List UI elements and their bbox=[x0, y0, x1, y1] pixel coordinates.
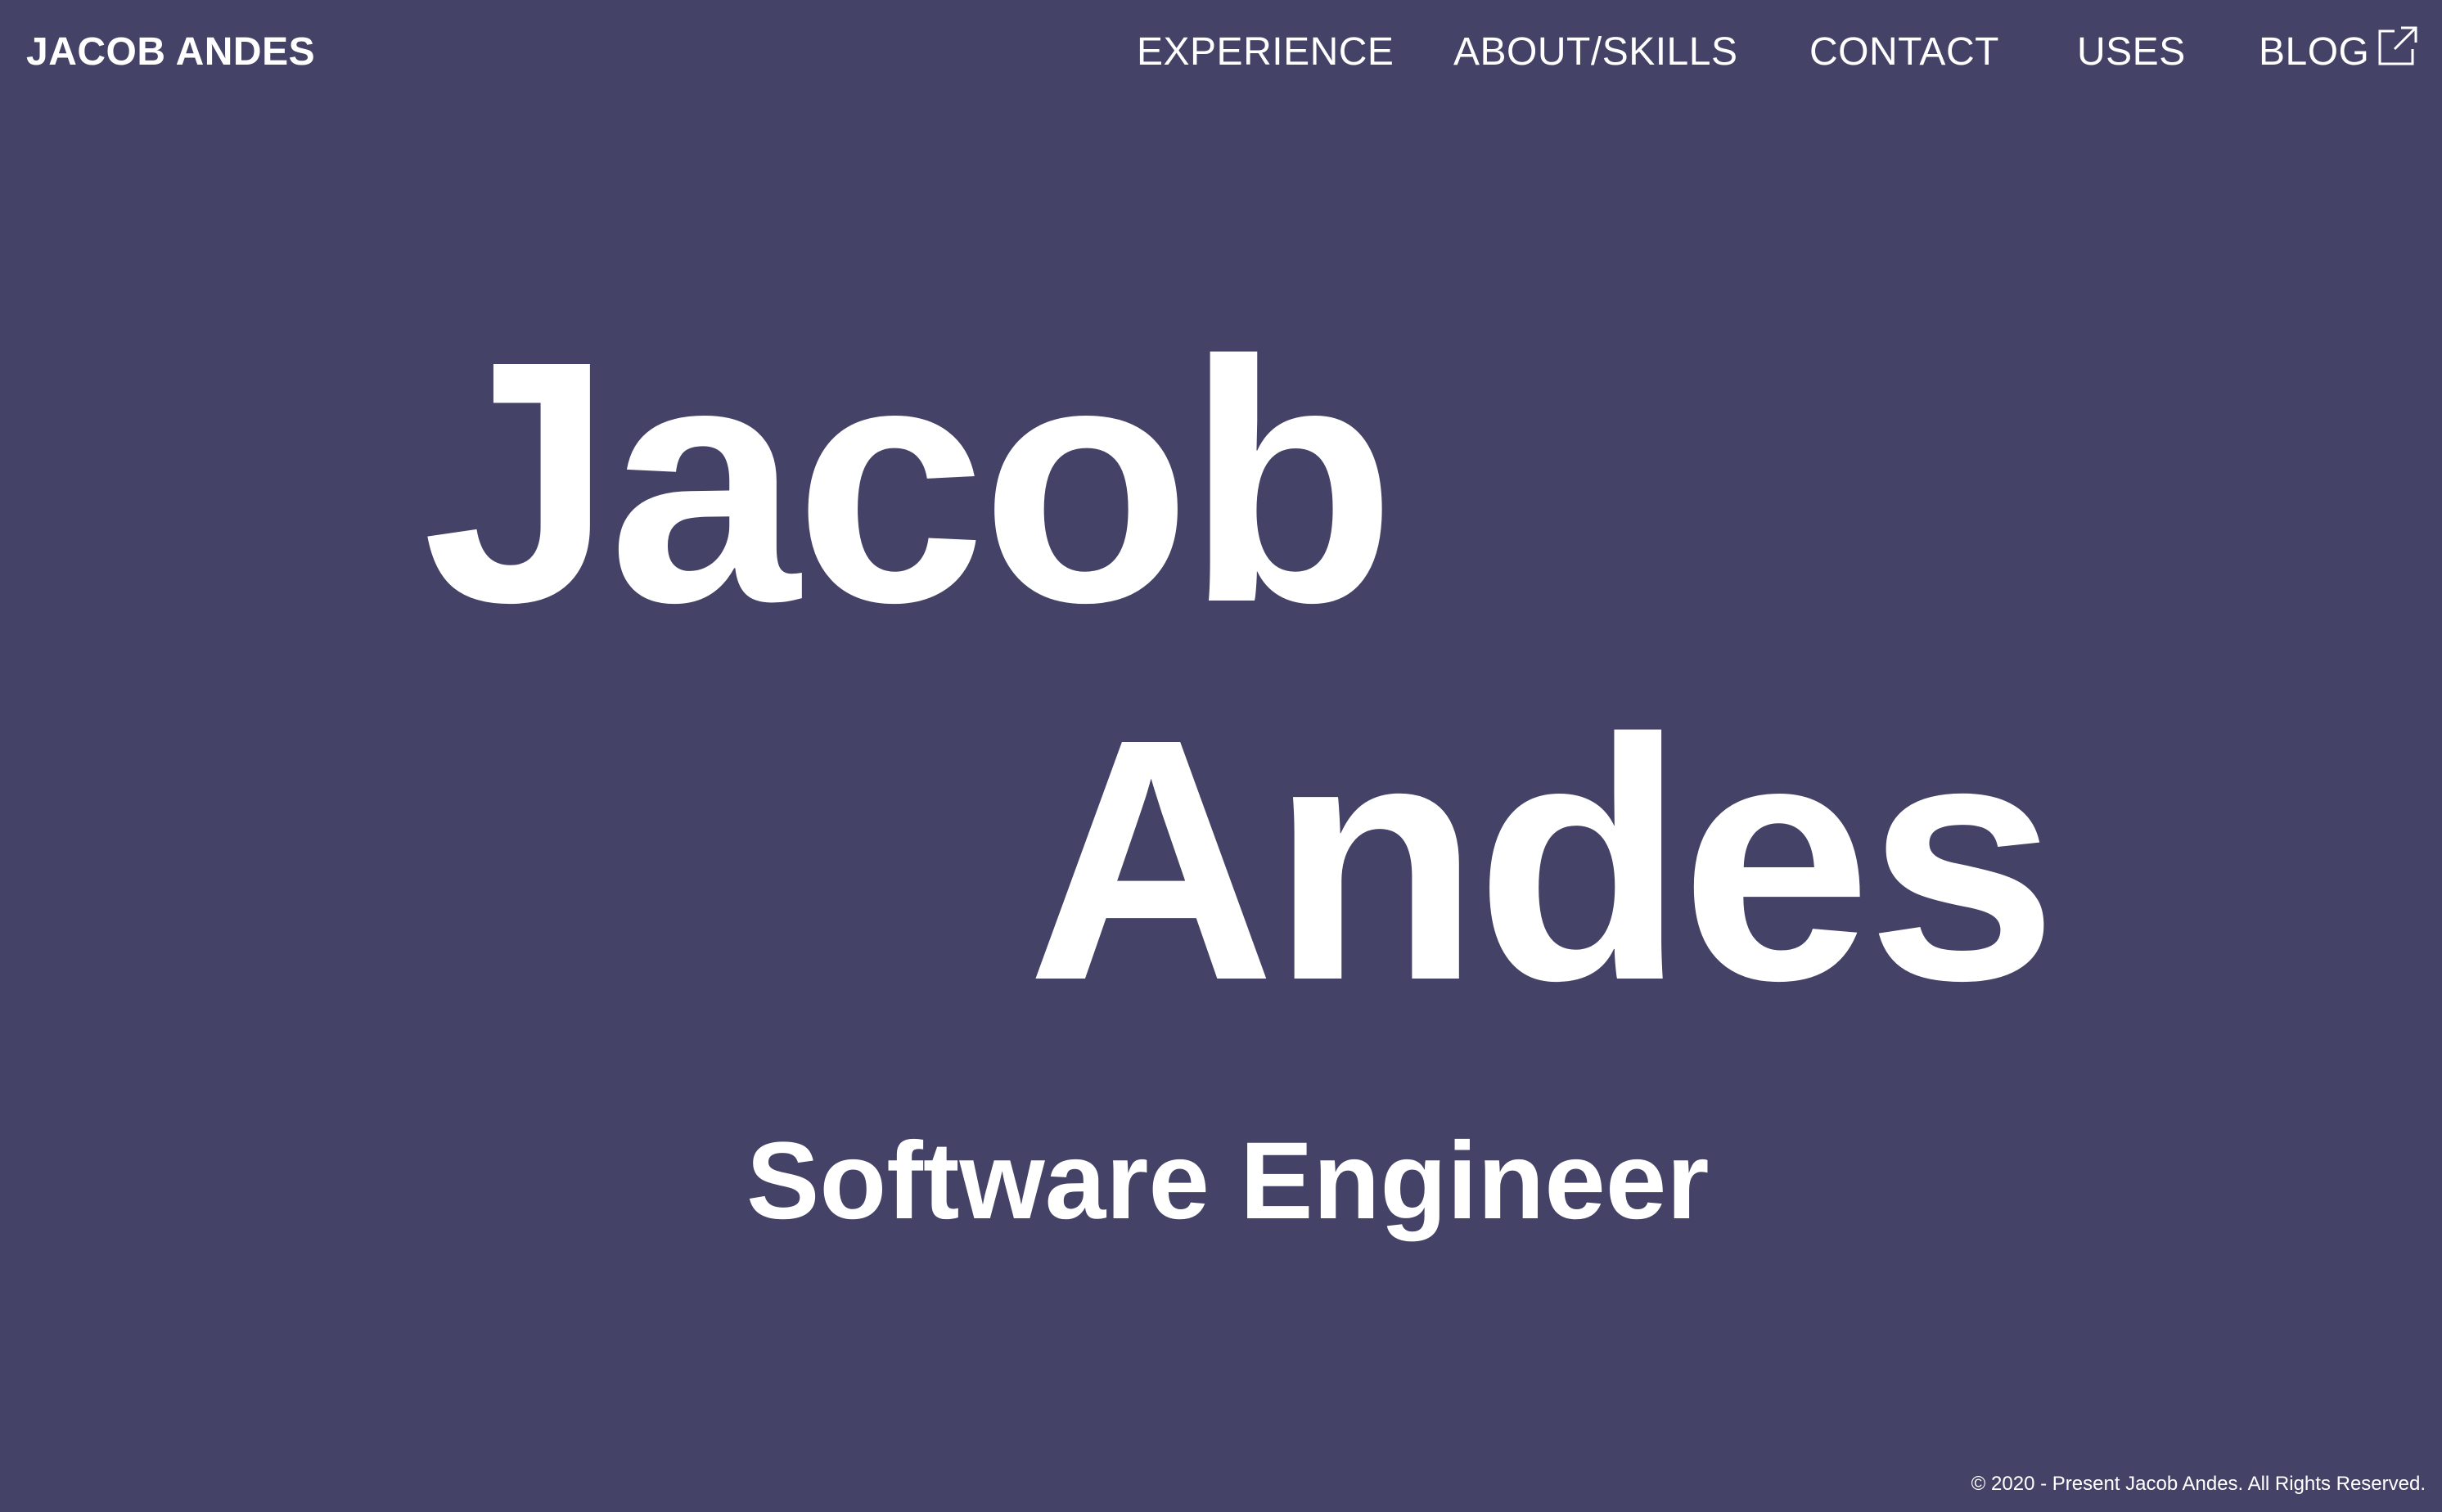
hero-last-name: Andes bbox=[1027, 668, 2058, 1052]
hero-first-name: Jacob bbox=[422, 290, 1396, 674]
nav-link-blog[interactable]: BLOG bbox=[2259, 29, 2369, 75]
hero-job-title: Software Engineer bbox=[746, 1120, 1710, 1242]
footer-copyright: © 2020 - Present Jacob Andes. All Rights… bbox=[1971, 1473, 2426, 1495]
nav-link-about-skills[interactable]: ABOUT/SKILLS bbox=[1453, 29, 1737, 75]
external-link-icon[interactable] bbox=[2377, 25, 2419, 67]
nav-link-experience[interactable]: EXPERIENCE bbox=[1137, 29, 1394, 75]
nav-link-contact[interactable]: CONTACT bbox=[1809, 29, 1999, 75]
home-logo-link[interactable]: JACOB ANDES bbox=[26, 29, 315, 75]
nav-link-uses[interactable]: USES bbox=[2077, 29, 2186, 75]
